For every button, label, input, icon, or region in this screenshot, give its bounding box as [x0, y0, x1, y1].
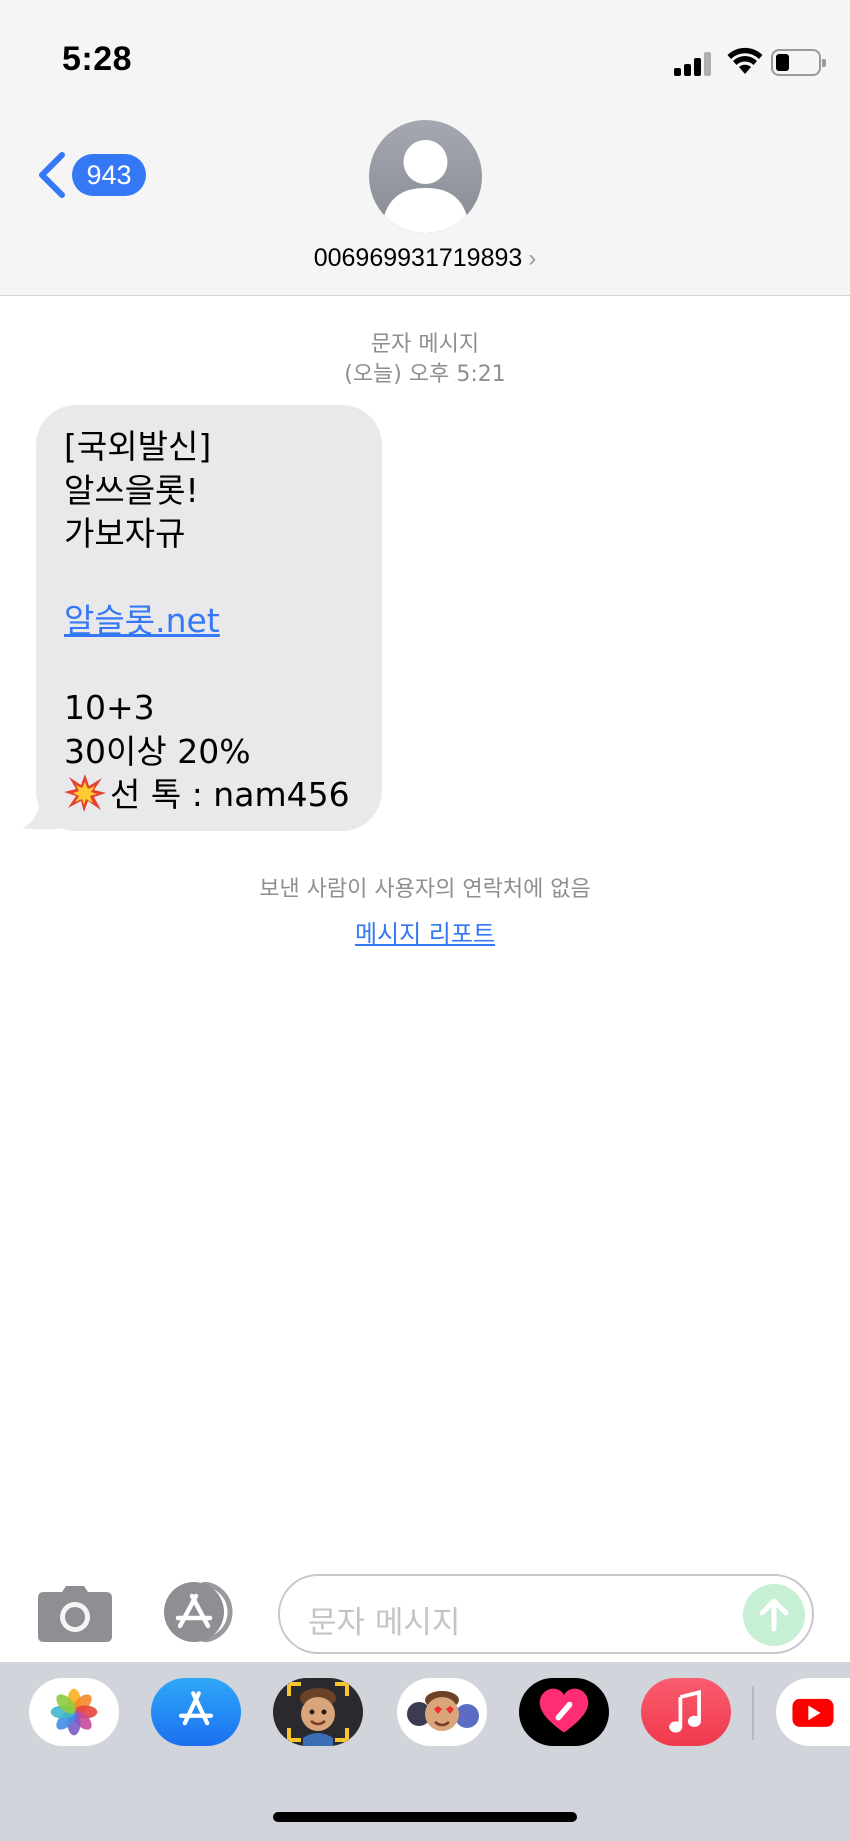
cellular-signal-icon: [674, 52, 714, 76]
message-line: 10+3: [64, 688, 155, 727]
message-type-label: 문자 메시지: [370, 332, 480, 357]
send-button[interactable]: [743, 1584, 805, 1646]
collision-emoji: [64, 774, 106, 812]
message-line: [국외발신]: [64, 427, 212, 466]
youtube-app-icon[interactable]: [776, 1678, 850, 1746]
back-button[interactable]: 943: [36, 150, 148, 200]
status-time: 5:28: [62, 40, 133, 78]
camera-icon[interactable]: [38, 1586, 112, 1642]
chevron-right-icon: ›: [528, 245, 537, 272]
unread-count-badge: 943: [72, 154, 146, 196]
animoji-stickers-app-icon[interactable]: [397, 1678, 487, 1746]
imessage-app-drawer: [0, 1662, 850, 1841]
person-icon: [383, 140, 468, 233]
conversation-header: 5:28 943 006969931719893 ›: [0, 0, 850, 296]
youtube-icon: [792, 1698, 834, 1727]
stickers-icon: [407, 1691, 479, 1731]
contact-name-button[interactable]: 006969931719893 ›: [0, 244, 850, 273]
wifi-icon: [727, 47, 763, 74]
drawer-divider: [752, 1686, 754, 1740]
message-input[interactable]: 문자 메시지: [278, 1574, 814, 1654]
sender-not-in-contacts-notice: 보낸 사람이 사용자의 연락처에 없음: [259, 877, 591, 902]
photos-icon: [50, 1688, 98, 1736]
message-line-with-emoji: 선 톡 : nam456: [64, 773, 362, 817]
message-line: 가보자규: [64, 514, 186, 553]
battery-icon: [771, 49, 826, 76]
app-store-app-icon[interactable]: [151, 1678, 241, 1746]
heart-icon: [539, 1688, 589, 1733]
report-message-link[interactable]: 메시지 리포트: [0, 914, 850, 949]
message-line: 알쓰을롯!: [64, 470, 199, 510]
message-timestamp: (오늘) 오후 5:21: [344, 362, 506, 387]
app-store-button[interactable]: [158, 1582, 240, 1642]
memoji-icon: [287, 1682, 349, 1746]
memoji-app-icon[interactable]: [273, 1678, 363, 1746]
chevron-left-icon: [39, 152, 65, 198]
contact-avatar[interactable]: [369, 120, 482, 233]
received-message-bubble[interactable]: [국외발신] 알쓰을롯! 가보자규 알슬롯.net 10+3 30이상 20% …: [36, 405, 382, 831]
digital-touch-app-icon[interactable]: [519, 1678, 609, 1746]
music-app-icon[interactable]: [641, 1678, 731, 1746]
arrow-up-icon: [759, 1598, 789, 1632]
message-link[interactable]: 알슬롯.net: [64, 599, 362, 643]
app-store-icon: [178, 1691, 214, 1726]
message-line: 선 톡 : nam456: [110, 775, 350, 814]
home-indicator[interactable]: [273, 1812, 577, 1822]
input-placeholder: 문자 메시지: [308, 1605, 461, 1641]
contact-number: 006969931719893: [313, 244, 523, 272]
music-note-icon: [669, 1690, 701, 1733]
message-line: 30이상 20%: [64, 731, 251, 771]
photos-app-icon[interactable]: [29, 1678, 119, 1746]
